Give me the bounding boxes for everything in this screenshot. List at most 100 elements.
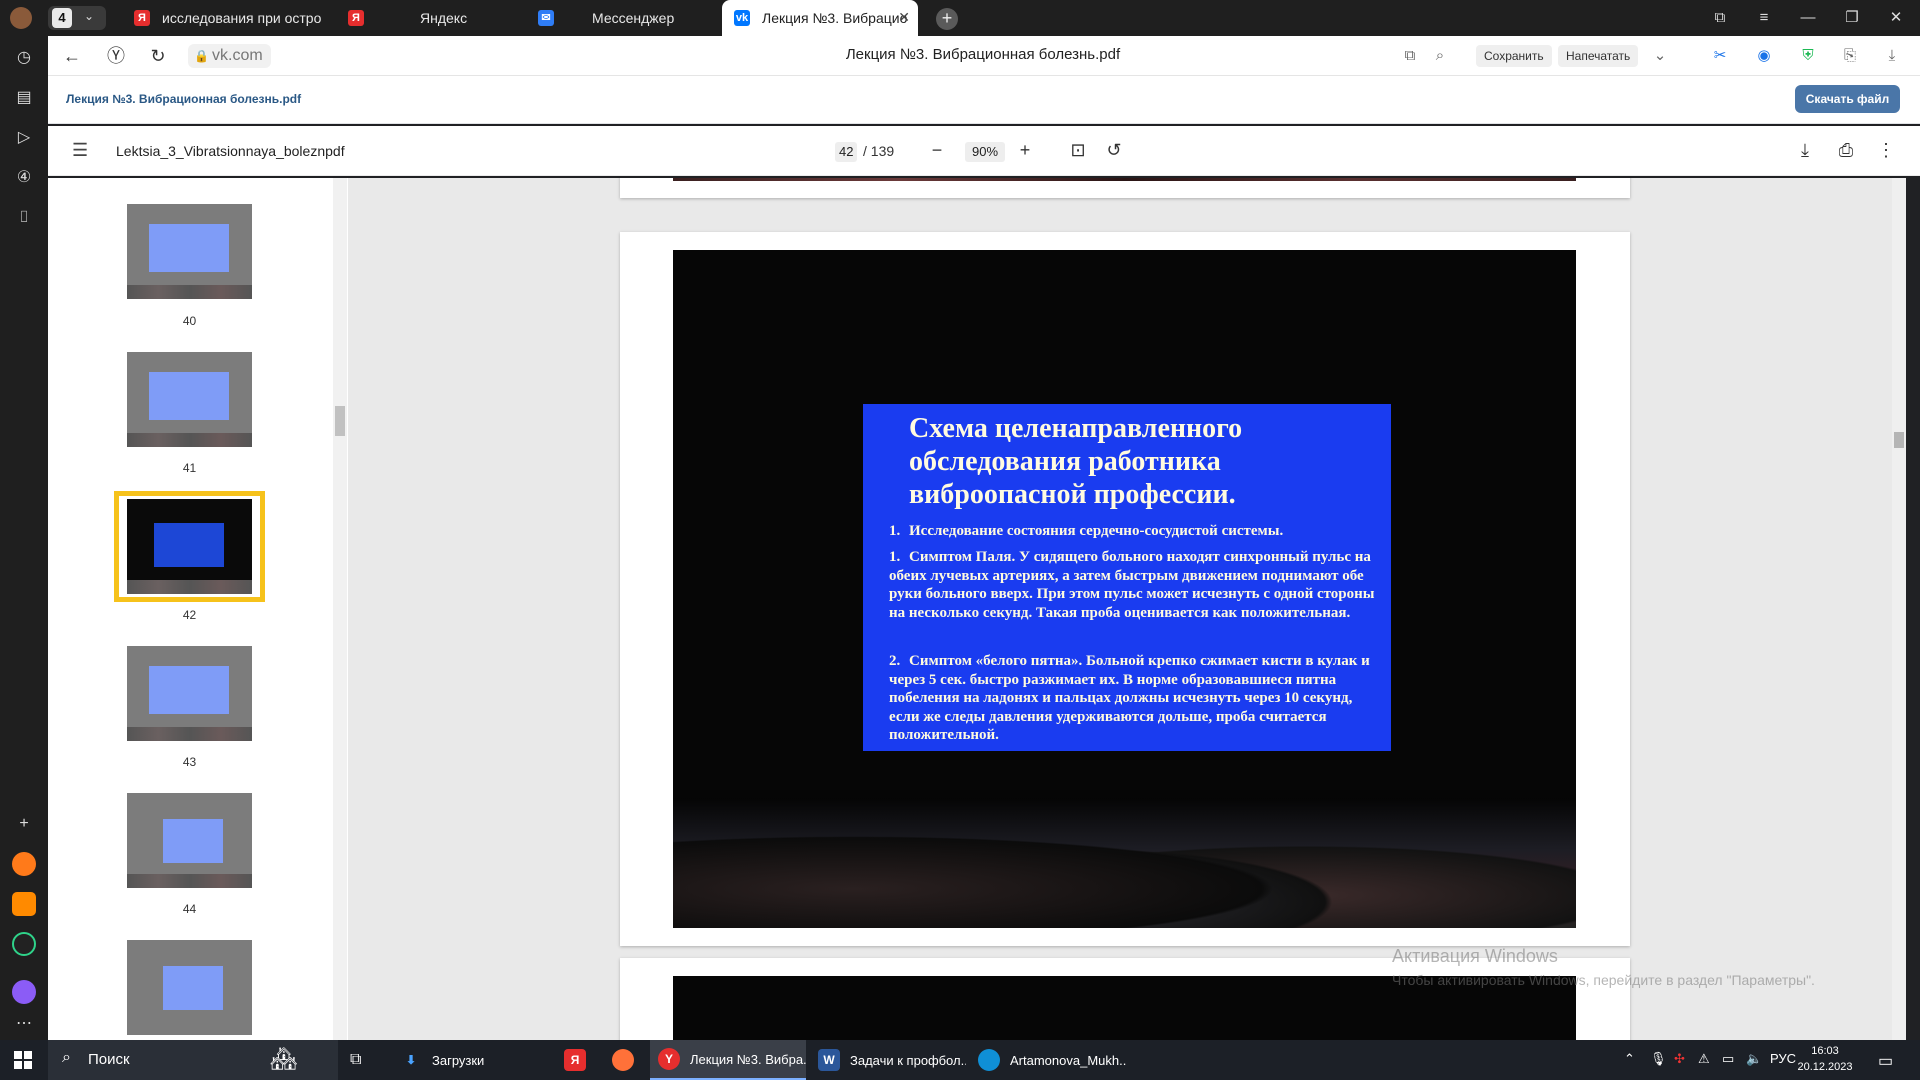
- fit-page-icon[interactable]: ⊡: [1066, 138, 1090, 162]
- alice-icon[interactable]: [12, 932, 36, 956]
- pdf-page-43: [620, 958, 1630, 1040]
- back-icon[interactable]: ←: [60, 44, 84, 68]
- new-tab-button[interactable]: +: [936, 8, 958, 30]
- history-icon[interactable]: ◷: [12, 46, 36, 70]
- edge-icon: [978, 1049, 1000, 1071]
- find-icon[interactable]: ⌕: [1428, 44, 1452, 68]
- tab-counter-button[interactable]: 4 ⌄: [48, 6, 106, 30]
- network-icon[interactable]: ⚠: [1698, 1051, 1710, 1067]
- taskbar-app-firefox[interactable]: [604, 1040, 640, 1080]
- volume-icon[interactable]: 🔈: [1746, 1051, 1762, 1067]
- slide-blue-screen: Схема целенаправленного обследования раб…: [863, 404, 1391, 751]
- close-window-icon[interactable]: ✕: [1874, 0, 1918, 36]
- tab-messenger[interactable]: ✉ Мессенджер: [526, 0, 722, 36]
- assistant-icon[interactable]: [12, 980, 36, 1004]
- bookmark-icon[interactable]: ⧉: [1698, 0, 1742, 36]
- app-icon[interactable]: [12, 852, 36, 876]
- windows-start-icon[interactable]: [14, 1051, 32, 1069]
- chevron-down-icon[interactable]: ⌄: [1648, 44, 1672, 68]
- thumbnail-page-40[interactable]: [127, 204, 252, 299]
- thumbnail-page-41[interactable]: [127, 352, 252, 447]
- tab-research[interactable]: Я исследования при остро: [122, 0, 336, 36]
- thumbnail-page-43[interactable]: [127, 646, 252, 741]
- vk-doc-header: Лекция №3. Вибрационная болезнь.pdf Скач…: [48, 76, 1920, 124]
- counter-icon[interactable]: ④: [12, 166, 36, 190]
- translate-icon[interactable]: ⧉: [1398, 44, 1422, 68]
- slide-title: Схема целенаправленного обследования раб…: [909, 413, 1243, 510]
- microphone-icon[interactable]: 🎙: [1650, 1051, 1667, 1067]
- page-number-input[interactable]: 42: [835, 142, 858, 162]
- slide-item: 1. Исследование состояния сердечно-сосуди…: [889, 523, 1284, 539]
- vpn-icon[interactable]: ◉: [1752, 44, 1776, 68]
- minimize-icon[interactable]: —: [1786, 0, 1830, 36]
- tab-title: Яндекс: [420, 10, 468, 26]
- activation-watermark-text: Чтобы активировать Windows, перейдите в …: [1392, 972, 1815, 988]
- pdf-filename: Lektsia_3_Vibratsionnaya_boleznpdf: [116, 143, 345, 159]
- taskbar-search[interactable]: ⌕ Поиск 🏘: [48, 1040, 338, 1080]
- tab-lecture-pdf[interactable]: vk Лекция №3. Вибрацио ✕: [722, 0, 918, 36]
- document-scrollbar[interactable]: [1892, 178, 1906, 1040]
- profile-avatar[interactable]: [10, 7, 32, 29]
- taskbar-app-browser-lecture[interactable]: Y Лекция №3. Вибра...: [650, 1040, 806, 1080]
- task-view-icon[interactable]: ⧉: [350, 1051, 361, 1069]
- yandex-icon: Я: [348, 10, 364, 26]
- tab-count: 4: [52, 8, 72, 28]
- slide-item: 2. Симптом «белого пятна». Больной крепко…: [889, 653, 1370, 743]
- taskbar-app-yandex[interactable]: Я: [556, 1040, 592, 1080]
- taskbar-app-word[interactable]: W Задачи к профбол...: [810, 1040, 966, 1080]
- taskbar-app-edge[interactable]: Artamonova_Mukh...: [970, 1040, 1126, 1080]
- audience-photo: [673, 798, 1576, 928]
- add-icon[interactable]: +: [12, 812, 36, 836]
- print-button[interactable]: Напечатать: [1558, 45, 1639, 67]
- zoom-out-icon[interactable]: −: [925, 138, 949, 162]
- screenshot-icon[interactable]: ⌷: [12, 206, 36, 230]
- video-icon[interactable]: ▷: [12, 126, 36, 150]
- thumbnail-page-42[interactable]: [127, 499, 252, 594]
- thumbnail-page-44[interactable]: [127, 793, 252, 888]
- close-tab-icon[interactable]: ✕: [898, 9, 910, 26]
- zoom-in-icon[interactable]: +: [1013, 138, 1037, 162]
- tab-yandex[interactable]: Я Яндекс: [336, 0, 526, 36]
- taskbar-app-downloads[interactable]: ⬇ Загрузки: [392, 1040, 542, 1080]
- screen: 4 ⌄ Я исследования при остро Я Яндекс ✉ …: [0, 0, 1920, 1080]
- tab-title: Лекция №3. Вибрацио: [762, 10, 908, 26]
- url-field[interactable]: 🔒 vk.com: [188, 44, 271, 68]
- collections-icon[interactable]: ▤: [12, 86, 36, 110]
- reload-icon[interactable]: ↻: [146, 44, 170, 68]
- thumbnail-label: 40: [182, 314, 197, 328]
- save-button[interactable]: Сохранить: [1476, 45, 1552, 67]
- activation-watermark-title: Активация Windows: [1392, 946, 1558, 966]
- download-icon[interactable]: ⤓: [1793, 138, 1817, 162]
- sidebar-toggle-icon[interactable]: ☰: [72, 140, 88, 161]
- menu-icon[interactable]: ≡: [1742, 0, 1786, 36]
- notifications-icon[interactable]: ▭: [1878, 1051, 1893, 1071]
- thumbnail-page-45[interactable]: [127, 940, 252, 1035]
- clock[interactable]: 16:03 20.12.2023: [1790, 1043, 1860, 1075]
- antivirus-icon[interactable]: ✣: [1674, 1051, 1685, 1067]
- search-icon: ⌕: [62, 1049, 71, 1066]
- lock-icon: 🔒: [194, 49, 209, 63]
- slide-item: 1. Симптом Паля. У сидящего больного нахо…: [889, 549, 1375, 621]
- vk-icon: vk: [734, 10, 750, 26]
- more-icon[interactable]: ⋯: [12, 1012, 36, 1036]
- tab-title: исследования при остро: [162, 10, 322, 26]
- more-options-icon[interactable]: ⋮: [1874, 138, 1898, 162]
- downloads-icon[interactable]: ⤓: [1880, 44, 1904, 68]
- yandex-home-icon[interactable]: Ⓨ: [104, 44, 128, 68]
- tray-overflow-icon[interactable]: ⌃: [1624, 1051, 1635, 1067]
- pdf-toolbar: ☰ Lektsia_3_Vibratsionnaya_boleznpdf 42 …: [48, 126, 1920, 176]
- extension-icon[interactable]: ✂: [1708, 44, 1732, 68]
- print-icon[interactable]: ⎙: [1834, 138, 1858, 162]
- restore-icon[interactable]: ❐: [1830, 0, 1874, 36]
- mail-icon[interactable]: [12, 892, 36, 916]
- rotate-icon[interactable]: ↺: [1102, 138, 1126, 162]
- zoom-input[interactable]: 90%: [965, 142, 1005, 162]
- tab-strip: 4 ⌄ Я исследования при остро Я Яндекс ✉ …: [0, 0, 1920, 36]
- thumbnail-label: 42: [182, 608, 197, 622]
- thumbnail-scrollbar[interactable]: [333, 178, 347, 1040]
- clipboard-icon[interactable]: ⎘: [1838, 44, 1862, 68]
- shield-icon[interactable]: ⛨: [1796, 44, 1820, 68]
- display-icon[interactable]: ▭: [1722, 1051, 1734, 1067]
- thumbnail-label: 44: [182, 902, 197, 916]
- download-file-button[interactable]: Скачать файл: [1795, 85, 1900, 113]
